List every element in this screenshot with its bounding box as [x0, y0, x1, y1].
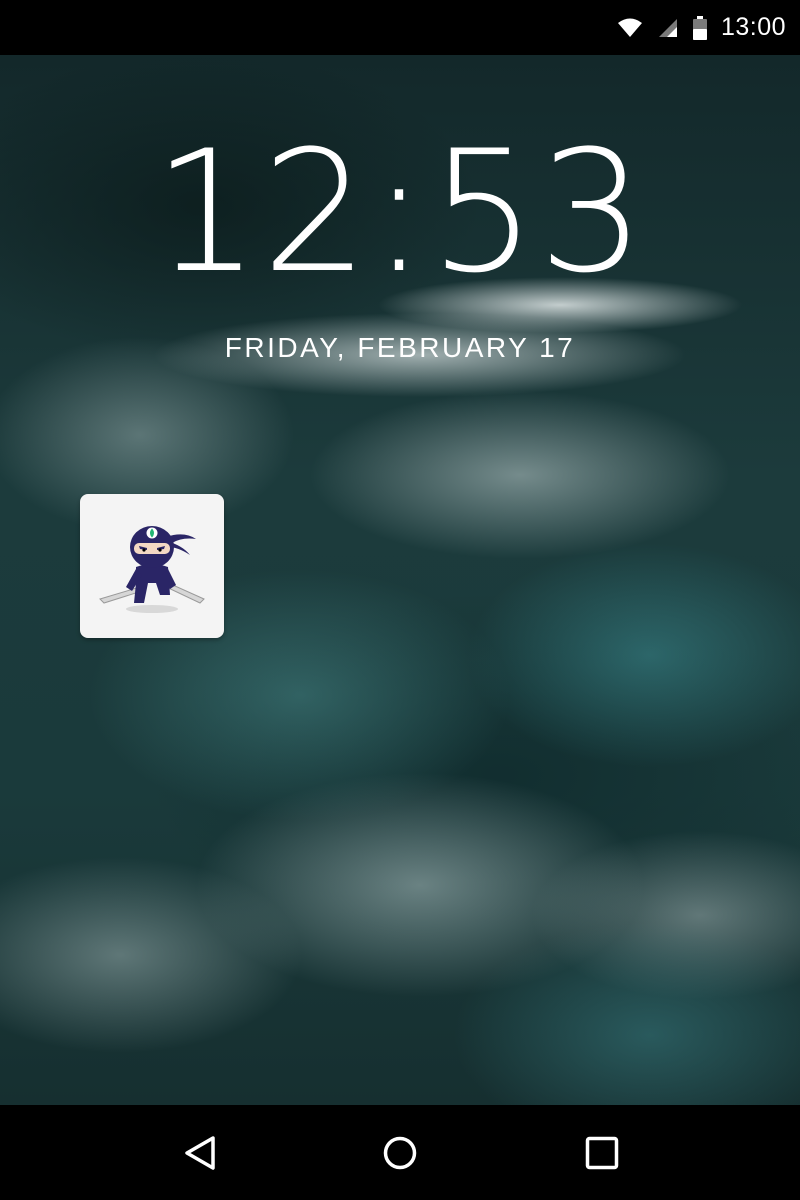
status-icons: 13:00 [617, 0, 786, 55]
navigation-bar [0, 1105, 800, 1200]
home-icon [383, 1136, 417, 1169]
lock-clock: 12:53 [152, 114, 648, 310]
battery-icon [692, 15, 707, 40]
lock-date: FRIDAY, FEBRUARY 17 [224, 332, 576, 363]
home-button[interactable] [340, 1105, 460, 1200]
wifi-icon [617, 17, 643, 39]
ninja-app-icon [99, 526, 205, 613]
back-button[interactable] [140, 1105, 260, 1200]
status-time: 13:00 [720, 13, 786, 41]
ninja-app-shortcut[interactable] [80, 494, 224, 638]
back-icon [185, 1135, 215, 1170]
status-bar: 13:00 [0, 0, 800, 55]
recents-button[interactable] [542, 1105, 662, 1200]
cell-signal-icon [657, 17, 679, 39]
recents-icon [585, 1136, 619, 1169]
lock-screen: 13:00 12:53 FRIDAY, FEBRUARY 17 [0, 0, 800, 1200]
